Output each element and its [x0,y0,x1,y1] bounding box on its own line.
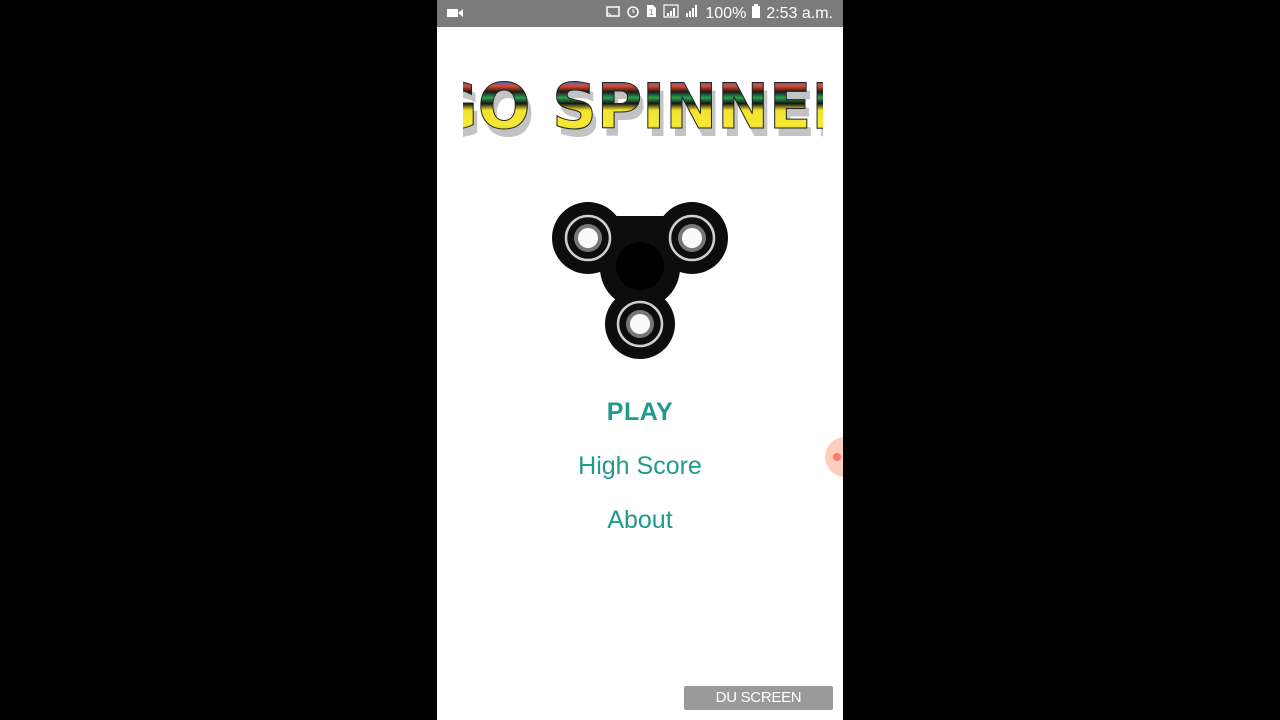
cast-icon [606,5,621,23]
about-button[interactable]: About [607,506,672,534]
alarm-icon [626,4,640,23]
fidget-spinner-image [552,202,728,359]
game-logo: GO SPINNER GO SPINNER [463,70,823,152]
svg-text:1: 1 [649,8,654,17]
battery-percent: 100% [705,4,747,22]
signal-icon [685,4,699,23]
phone-screen: 1 100% 2:53 a.m. O SPINNE O SPINNE PLAY … [437,0,843,720]
clock: 2:53 a.m. [766,4,833,22]
video-icon [447,6,463,24]
status-bar: 1 100% 2:53 a.m. [437,0,843,27]
recorder-watermark: DU SCREEN RECORDER [684,686,833,720]
battery-icon [752,4,761,23]
signal-icon [663,4,679,23]
high-score-button[interactable]: High Score [578,452,702,480]
logo-text: GO SPINNER [463,70,823,143]
sim-icon: 1 [646,4,657,23]
play-button[interactable]: PLAY [607,398,673,426]
